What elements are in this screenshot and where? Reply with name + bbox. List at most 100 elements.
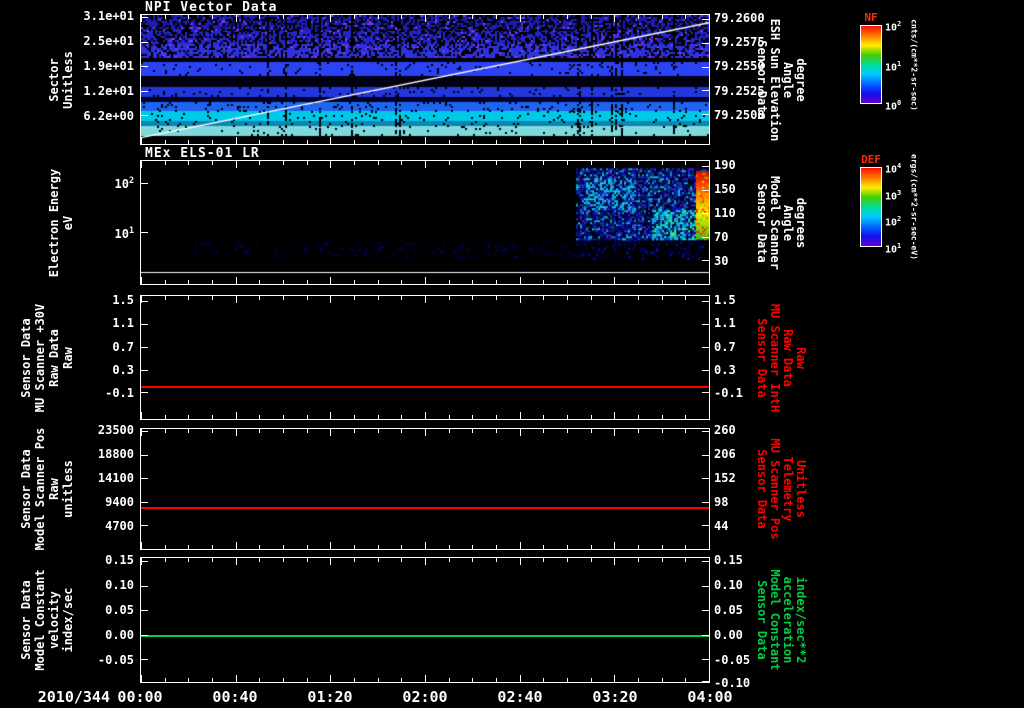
- colorbar-tick-label: 101: [885, 242, 901, 255]
- colorbar-tick-label: 103: [885, 189, 901, 202]
- time-tick: [520, 277, 521, 284]
- time-tick: [307, 678, 308, 682]
- time-tick: [378, 545, 379, 549]
- time-tick: [401, 678, 402, 682]
- time-tick: [685, 15, 686, 19]
- time-tick: [330, 296, 331, 303]
- time-tick: [449, 15, 450, 19]
- time-tick: [520, 137, 521, 144]
- data-line: [141, 507, 709, 509]
- y-tick: [702, 166, 709, 167]
- time-tick: [543, 415, 544, 419]
- left-axis-label-line: Sensor Data: [19, 318, 33, 397]
- y-tick: [141, 370, 148, 371]
- time-tick: [259, 15, 260, 19]
- y-tick: [141, 17, 148, 18]
- time-tick: [330, 429, 331, 436]
- time-tick: [378, 429, 379, 433]
- left-axis-label-line: Sector: [47, 58, 61, 101]
- time-tick: [283, 558, 284, 562]
- y-tick-label: 0.00: [714, 628, 743, 642]
- time-tick-label: 01:20: [285, 688, 375, 706]
- left-axis-label-line: Unitless: [61, 51, 75, 109]
- time-tick: [236, 675, 237, 682]
- y-tick-label: 1.1: [714, 316, 736, 330]
- y-tick-label: 0.15: [0, 553, 134, 567]
- right-axis-label-line: ESH Sun Elevation: [768, 18, 782, 141]
- time-tick: [188, 15, 189, 19]
- y-tick: [702, 502, 709, 503]
- time-tick: [283, 140, 284, 144]
- y-tick: [702, 525, 709, 526]
- y-tick: [702, 301, 709, 302]
- y-tick-label: 260: [714, 423, 736, 437]
- y-tick: [141, 392, 148, 393]
- time-tick: [709, 675, 710, 682]
- plot-panel-2: [140, 160, 710, 285]
- time-tick: [283, 296, 284, 300]
- data-line: [141, 635, 709, 637]
- left-axis-label-line: Raw: [61, 347, 75, 369]
- time-tick: [662, 15, 663, 19]
- time-tick: [496, 558, 497, 562]
- time-tick: [449, 140, 450, 144]
- y-tick: [141, 42, 148, 43]
- time-tick: [614, 558, 615, 565]
- time-tick: [496, 545, 497, 549]
- time-tick: [259, 558, 260, 562]
- left-axis-label-line: MU Scanner +30V: [33, 303, 47, 411]
- time-tick: [259, 161, 260, 165]
- multi-panel-plot-screen: NPI Vector Data 3.1e+01 2.5e+01 1.9e+01 1.2e…: [0, 0, 1024, 708]
- y-tick-label: 44: [714, 519, 728, 533]
- time-tick: [330, 137, 331, 144]
- time-tick: [212, 161, 213, 165]
- time-tick: [449, 678, 450, 682]
- y-tick: [702, 237, 709, 238]
- right-axis-label-line: Model Constant: [768, 569, 782, 670]
- left-axis-label-line: Raw: [47, 478, 61, 500]
- time-tick: [472, 280, 473, 284]
- left-axis-label-line: Sensor Data: [19, 449, 33, 528]
- right-axis-label-line: Angle: [781, 204, 795, 240]
- time-tick: [472, 415, 473, 419]
- time-tick: [685, 545, 686, 549]
- time-tick: [283, 678, 284, 682]
- y-tick-label: 150: [714, 182, 736, 196]
- time-tick: [330, 542, 331, 549]
- time-tick: [614, 542, 615, 549]
- time-tick: [236, 558, 237, 565]
- time-tick: [472, 429, 473, 433]
- time-tick: [141, 161, 142, 168]
- time-tick: [141, 542, 142, 549]
- time-tick: [614, 412, 615, 419]
- time-tick: [330, 15, 331, 22]
- time-tick: [472, 558, 473, 562]
- time-tick: [378, 296, 379, 300]
- time-tick: [425, 296, 426, 303]
- time-tick: [449, 545, 450, 549]
- y-tick: [702, 43, 709, 44]
- time-tick: [401, 140, 402, 144]
- time-tick: [496, 415, 497, 419]
- y-tick: [702, 370, 709, 371]
- time-tick: [378, 280, 379, 284]
- time-tick: [472, 15, 473, 19]
- time-tick: [259, 296, 260, 300]
- left-axis-label-line: velocity: [47, 591, 61, 649]
- time-tick: [236, 277, 237, 284]
- y-tick: [141, 502, 148, 503]
- time-tick: [236, 161, 237, 168]
- time-tick: [567, 280, 568, 284]
- y-tick: [702, 67, 709, 68]
- time-tick: [283, 161, 284, 165]
- panel-title-2: MEx ELS-01 LR: [145, 146, 260, 161]
- y-tick: [141, 324, 148, 325]
- y-tick: [702, 659, 709, 660]
- y-tick: [702, 478, 709, 479]
- y-tick: [702, 455, 709, 456]
- time-tick: [165, 296, 166, 300]
- time-tick: [259, 415, 260, 419]
- y-tick: [702, 586, 709, 587]
- time-tick: [141, 412, 142, 419]
- time-tick: [307, 280, 308, 284]
